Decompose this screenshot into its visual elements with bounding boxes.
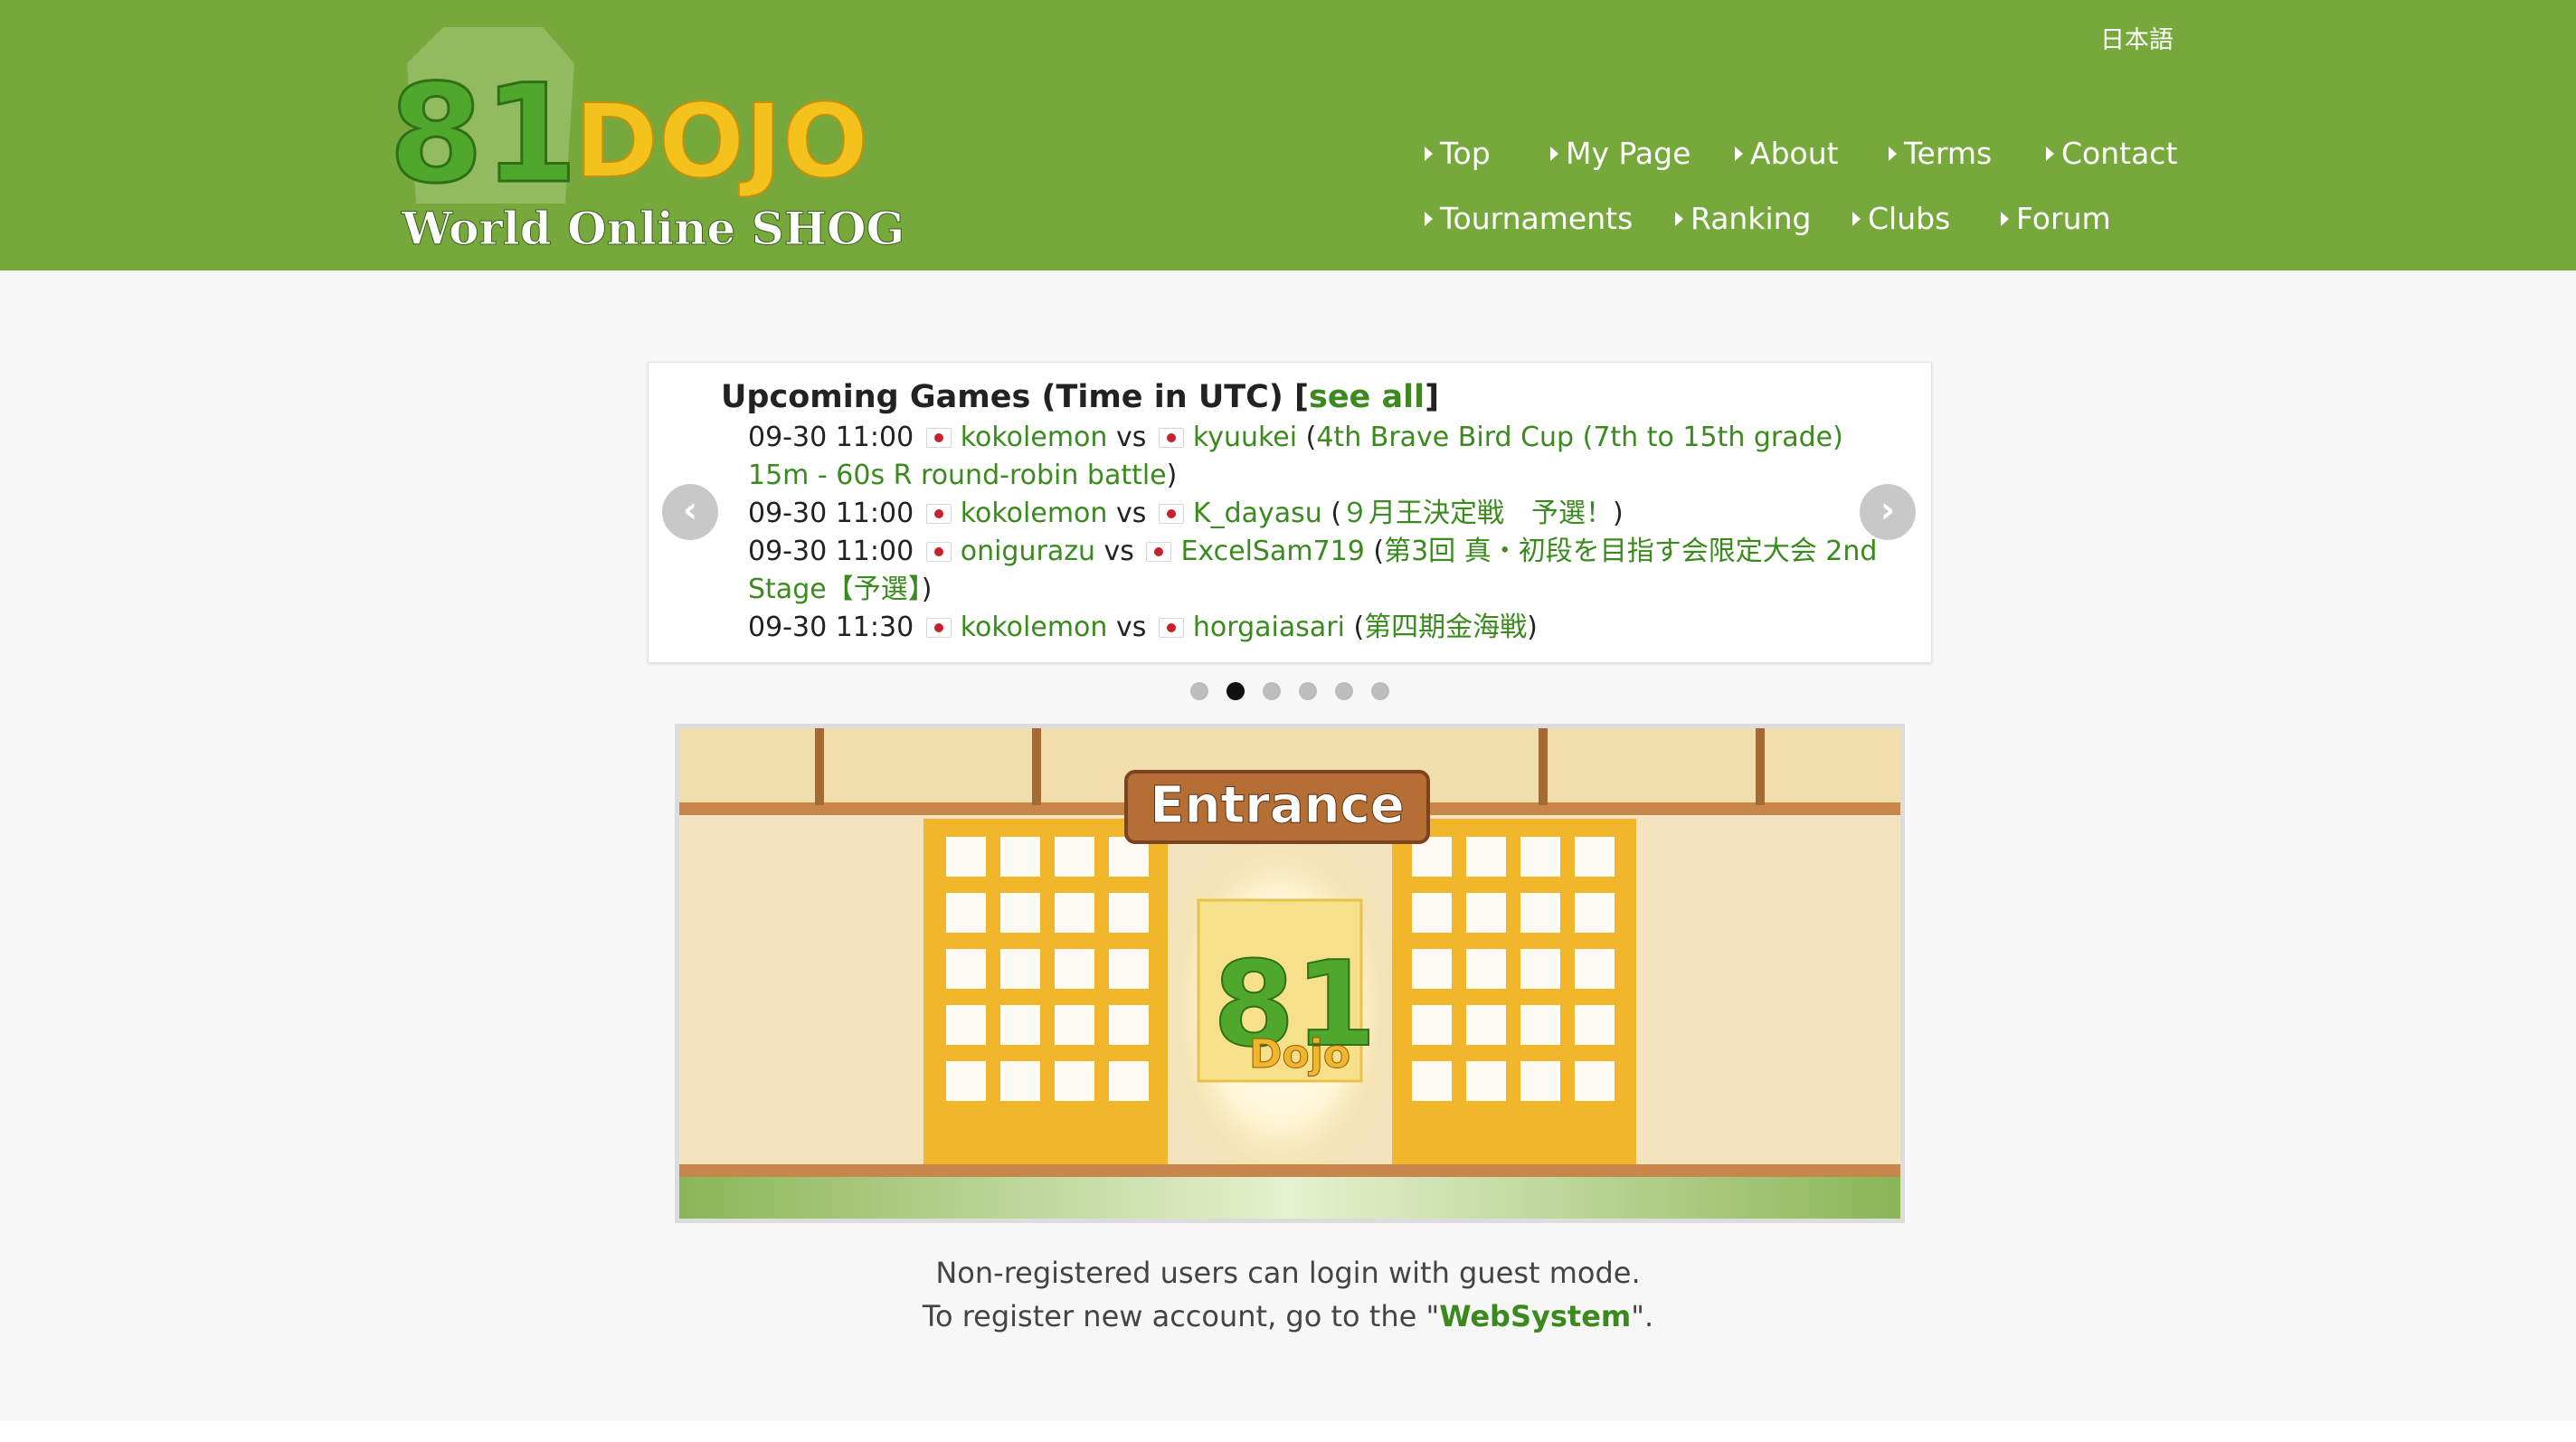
upcoming-games-card: Upcoming Games (Time in UTC) [see all] 0…: [648, 362, 1932, 663]
games-list: 09-30 11:00 kokolemon vs kyuukei (4th Br…: [748, 419, 1897, 647]
logo-word: DOJO: [574, 83, 868, 201]
caret-right-icon: [2046, 146, 2054, 161]
websystem-link[interactable]: WebSystem: [1439, 1299, 1631, 1333]
nav-ranking[interactable]: Ranking: [1675, 201, 1811, 236]
japan-flag-icon: [1158, 428, 1184, 448]
language-switch-link[interactable]: 日本語: [2100, 20, 2174, 55]
carousel-prev-button[interactable]: ‹: [662, 484, 718, 540]
japan-flag-icon: [925, 618, 952, 638]
player-link[interactable]: K_dayasu: [1193, 498, 1322, 529]
japan-flag-icon: [1158, 618, 1184, 638]
see-all-link[interactable]: see all: [1309, 379, 1425, 415]
caret-right-icon: [1852, 211, 1861, 226]
chevron-left-icon: ‹: [682, 489, 698, 531]
nav-clubs[interactable]: Clubs: [1852, 201, 1950, 236]
caret-right-icon: [1675, 211, 1683, 226]
tournament-link[interactable]: ９月王決定戦 予選！: [1341, 498, 1613, 529]
japan-flag-icon: [1158, 504, 1184, 524]
caret-right-icon: [1425, 211, 1433, 226]
upcoming-games-title: Upcoming Games (Time in UTC) [see all]: [721, 379, 1440, 415]
logo-number: 81: [389, 56, 578, 213]
nav-tournaments[interactable]: Tournaments: [1425, 201, 1633, 236]
nav-about[interactable]: About: [1735, 136, 1839, 171]
nav-contact[interactable]: Contact: [2046, 136, 2177, 171]
nav-terms[interactable]: Terms: [1889, 136, 1992, 171]
chevron-right-icon: ›: [1880, 489, 1896, 531]
logo-tagline: World Online SHOGI: [401, 202, 904, 255]
entrance-banner[interactable]: 81 Dojo Entrance: [675, 724, 1905, 1223]
player-link[interactable]: kyuukei: [1193, 422, 1297, 453]
entrance-illustration: 81 Dojo Entrance: [679, 728, 1900, 1219]
game-row: 09-30 11:00 kokolemon vs kyuukei (4th Br…: [748, 422, 1843, 491]
tournament-link[interactable]: 第四期金海戦: [1364, 612, 1527, 643]
caret-right-icon: [1550, 146, 1558, 161]
japan-flag-icon: [925, 542, 952, 562]
game-row: 09-30 11:00 kokolemon vs K_dayasu (９月王決定…: [748, 498, 1624, 529]
entrance-sign: Entrance: [1150, 776, 1404, 835]
japan-flag-icon: [925, 504, 952, 524]
carousel-dot[interactable]: [1299, 682, 1317, 700]
japan-flag-icon: [925, 428, 952, 448]
site-logo[interactable]: 81 DOJO World Online SHOGI: [380, 23, 904, 262]
nav-my-page[interactable]: My Page: [1550, 136, 1690, 171]
caret-right-icon: [1425, 146, 1433, 161]
game-row: 09-30 11:30 kokolemon vs horgaiasari (第四…: [748, 612, 1538, 643]
entrance-badge-word: Dojo: [1249, 1031, 1350, 1077]
nav-top[interactable]: Top: [1425, 136, 1491, 171]
register-note: To register new account, go to the "WebS…: [922, 1299, 1654, 1333]
caret-right-icon: [1735, 146, 1743, 161]
site-header: 81 DOJO World Online SHOGI 日本語 Top My Pa…: [0, 0, 2576, 270]
player-link[interactable]: kokolemon: [961, 612, 1108, 643]
carousel-dot-active[interactable]: [1226, 682, 1245, 700]
page-footer-strip: [0, 1421, 2576, 1442]
guest-login-note: Non-registered users can login with gues…: [935, 1256, 1641, 1290]
player-link[interactable]: horgaiasari: [1193, 612, 1345, 643]
carousel-dot[interactable]: [1190, 682, 1208, 700]
nav-forum[interactable]: Forum: [2001, 201, 2111, 236]
player-link[interactable]: kokolemon: [961, 498, 1108, 529]
player-link[interactable]: onigurazu: [961, 536, 1095, 567]
player-link[interactable]: kokolemon: [961, 422, 1108, 453]
player-link[interactable]: ExcelSam719: [1180, 536, 1364, 567]
caret-right-icon: [2001, 211, 2009, 226]
carousel-pagination: [1190, 682, 1389, 700]
carousel-dot[interactable]: [1263, 682, 1281, 700]
carousel-dot[interactable]: [1335, 682, 1353, 700]
japan-flag-icon: [1146, 542, 1172, 562]
carousel-dot[interactable]: [1371, 682, 1389, 700]
game-row: 09-30 11:00 onigurazu vs ExcelSam719 (第3…: [748, 536, 1878, 605]
caret-right-icon: [1889, 146, 1897, 161]
carousel-next-button[interactable]: ›: [1860, 484, 1916, 540]
